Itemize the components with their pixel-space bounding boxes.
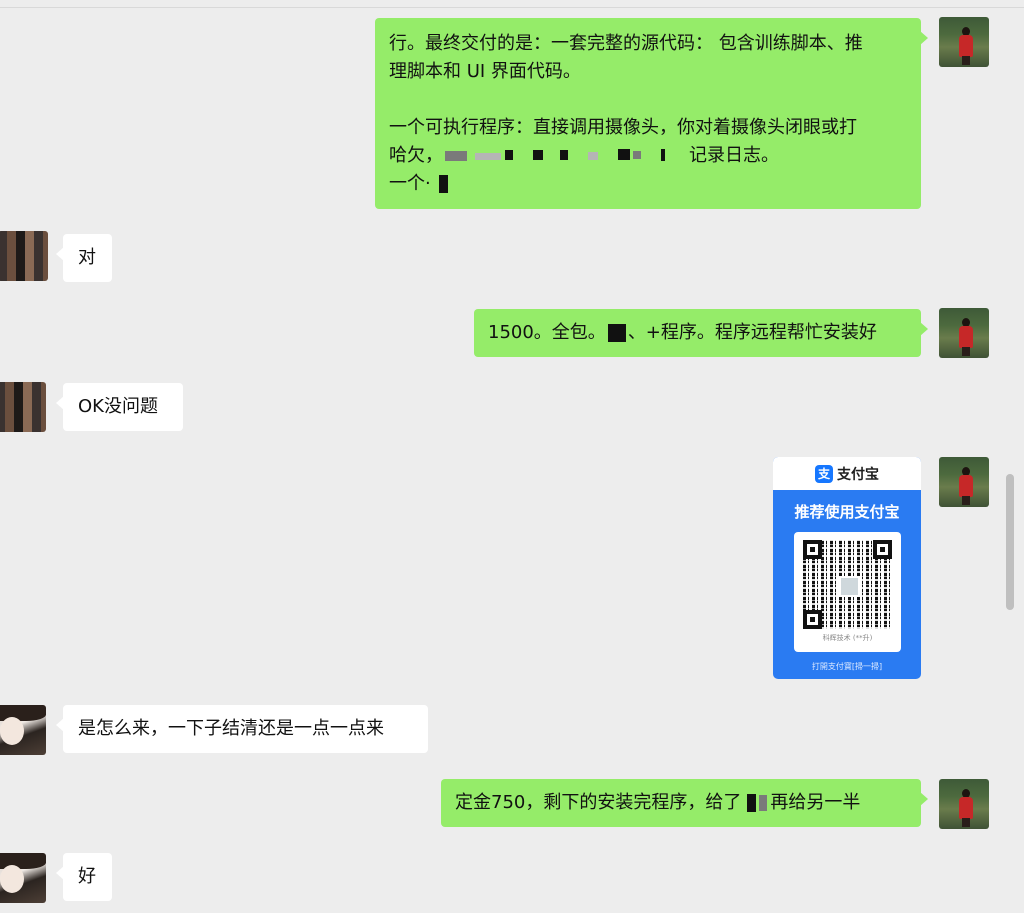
qr-card: 科辉技术 (**升) [794,532,901,652]
contact-avatar-pixelated[interactable] [0,231,48,281]
window-top-divider [0,7,1024,8]
message-text: 哈欠， [389,145,443,166]
message-bubble-other[interactable]: 对 [56,234,112,282]
message-bubble-other[interactable]: 是怎么来，一下子结清还是一点一点来 [56,705,428,753]
alipay-header: 支 支付宝 [773,457,921,490]
my-avatar[interactable] [939,779,989,829]
my-avatar[interactable] [939,457,989,507]
message-bubble-me[interactable]: 1500。全包。 、+程序。程序远程帮忙安装好 [474,309,928,357]
qr-finder-icon [803,540,822,559]
message-text: 对 [78,247,96,268]
redacted-pixels [443,147,689,165]
message-text: 、+程序。程序远程帮忙安装好 [627,322,877,343]
qr-code[interactable] [803,540,892,629]
message-text: 再给另一半 [770,792,861,813]
message-text: 行。最终交付的是：一套完整的源代码： 包含训练脚本、推 [389,33,863,54]
alipay-logo-icon: 支 [815,464,833,483]
alipay-footer-text: 打開支付寶[掃一掃] [811,662,883,671]
message-text: 记录日志。 [689,145,779,166]
message-text-line-redacted: 1500。全包。 、+程序。程序远程帮忙安装好 [488,319,907,347]
qr-finder-icon [873,540,892,559]
redacted-pixels [747,794,757,812]
my-avatar[interactable] [939,17,989,67]
message-text: OK没问题 [78,396,158,417]
message-text: 理脚本和 UI 界面代码。 [389,61,581,82]
message-text-line-redacted: 定金750，剩下的安装完程序，给了 再给另一半 [455,789,907,817]
message-text: 一个· [389,173,431,194]
message-bubble-me[interactable]: 行。最终交付的是：一套完整的源代码： 包含训练脚本、推 理脚本和 UI 界面代码… [375,18,928,209]
alipay-promo-text: 推荐使用支付宝 [794,503,900,521]
redacted-pixels [607,324,626,342]
scrollbar-thumb[interactable] [1006,474,1014,610]
message-text: 好 [78,866,96,887]
alipay-brand: 支付宝 [837,466,879,483]
message-text: 一个可执行程序：直接调用摄像头，你对着摄像头闭眼或打 [389,117,857,138]
redacted-pixels [438,175,448,193]
message-text: 定金750，剩下的安装完程序，给了 [455,792,742,813]
qr-center-logo-icon [839,576,860,597]
merchant-name: 科辉技术 (**升) [822,634,873,642]
chat-scrollbar[interactable] [1000,0,1024,913]
contact-avatar[interactable] [0,853,46,903]
message-text: 是怎么来，一下子结清还是一点一点来 [78,718,384,739]
alipay-payment-code-card[interactable]: 支 支付宝 推荐使用支付宝 科辉技术 (**升) 打開支付寶[掃一掃] [773,457,921,679]
message-text-line-redacted: 一个· [389,170,907,198]
message-bubble-other[interactable]: 好 [56,853,112,901]
message-text-line-redacted: 哈欠， 记录日志。 [389,142,907,170]
message-text: 1500。全包。 [488,322,606,343]
my-avatar[interactable] [939,308,989,358]
contact-avatar[interactable] [0,705,46,755]
qr-finder-icon [803,610,822,629]
message-bubble-me[interactable]: 定金750，剩下的安装完程序，给了 再给另一半 [441,779,928,827]
message-bubble-other[interactable]: OK没问题 [56,383,183,431]
contact-avatar-pixelated[interactable] [0,382,46,432]
redacted-pixels [759,795,768,811]
